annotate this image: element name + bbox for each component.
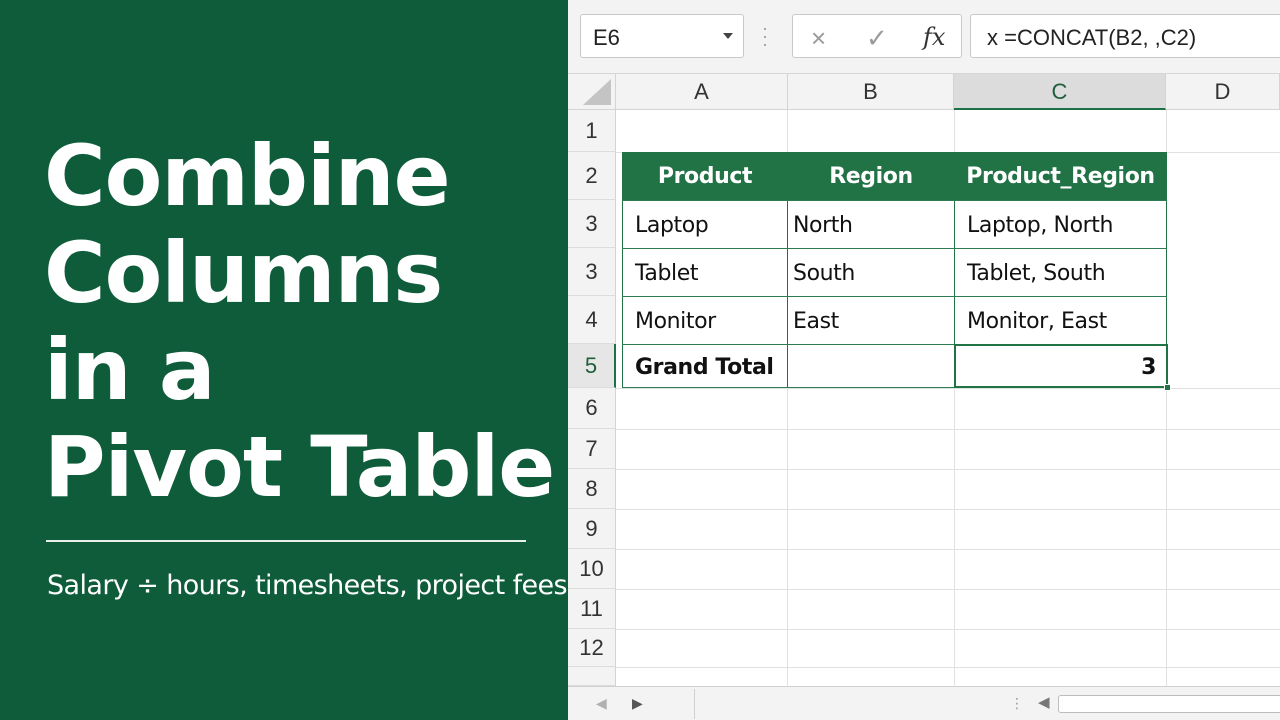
headline-line: Combine [44, 127, 451, 225]
drag-handle-icon[interactable]: · · · [762, 19, 768, 53]
column-header-c[interactable]: C [954, 74, 1166, 110]
row-header[interactable]: 12 [568, 629, 616, 667]
spreadsheet: E6 · · · × ✓ fx x =CONCAT(B2, ,C2) A B C D… [568, 0, 1280, 720]
grid-line [616, 589, 1280, 590]
formula-actions: × ✓ fx [792, 14, 962, 58]
table-header-cell[interactable]: Product [622, 152, 788, 200]
grid-line [616, 469, 1280, 470]
table-header-cell[interactable]: Product_Region [954, 152, 1167, 200]
table-cell[interactable]: Monitor, East [967, 296, 1107, 344]
table-border [622, 152, 623, 388]
column-header-b[interactable]: B [788, 74, 954, 110]
grid-line [616, 509, 1280, 510]
row-header[interactable]: 2 [568, 152, 616, 200]
banner-subtitle: Salary ÷ hours, timesheets, project fees [47, 570, 568, 601]
column-header-a[interactable]: A [616, 74, 788, 110]
drag-handle-icon[interactable]: ⋮ [1010, 695, 1024, 712]
table-header-row: Product Region Product_Region [622, 152, 1167, 200]
name-box-value: E6 [593, 25, 620, 50]
sheet-navigation-bar: ◀ ▶ ⋮ ◀ [568, 686, 1280, 720]
table-cell[interactable]: South [793, 248, 855, 296]
row-header-active[interactable]: 5 [568, 344, 616, 388]
row-header[interactable]: 8 [568, 469, 616, 509]
row-header[interactable]: 3 [568, 248, 616, 296]
previous-sheet-icon[interactable]: ◀ [596, 695, 607, 712]
select-all-icon [583, 79, 611, 105]
horizontal-scrollbar[interactable] [1058, 695, 1280, 713]
row-header[interactable]: 7 [568, 429, 616, 469]
formula-bar: E6 · · · × ✓ fx x =CONCAT(B2, ,C2) [568, 0, 1280, 74]
table-cell[interactable]: Laptop, North [967, 200, 1113, 248]
column-header-d[interactable]: D [1166, 74, 1280, 110]
row-header[interactable]: 6 [568, 388, 616, 429]
table-cell[interactable]: East [793, 296, 839, 344]
grid-line [616, 429, 1280, 430]
headline-line: Columns [44, 224, 443, 322]
fill-handle[interactable] [1164, 384, 1171, 391]
table-header-cell[interactable]: Region [788, 152, 954, 200]
select-all-corner[interactable] [568, 74, 616, 110]
title-banner: Combine Columns in a Pivot Table Salary … [0, 0, 568, 720]
row-header[interactable] [568, 667, 616, 686]
headline-line: in a [44, 321, 216, 419]
headline: Combine Columns in a Pivot Table [44, 128, 564, 516]
table-cell[interactable]: Tablet [635, 248, 699, 296]
table-cell[interactable]: Tablet, South [967, 248, 1106, 296]
cancel-icon[interactable]: × [811, 23, 826, 54]
row-header[interactable]: 3 [568, 200, 616, 248]
formula-input[interactable]: x =CONCAT(B2, ,C2) [970, 14, 1280, 58]
table-cell[interactable]: Monitor [635, 296, 716, 344]
chevron-down-icon[interactable] [723, 33, 733, 39]
row-header[interactable]: 11 [568, 589, 616, 629]
divider [694, 689, 695, 719]
grid-line [616, 549, 1280, 550]
grand-total-label[interactable]: Grand Total [635, 342, 774, 390]
scroll-left-icon[interactable]: ◀ [1038, 693, 1050, 711]
row-header[interactable]: 4 [568, 296, 616, 344]
selected-cell[interactable] [954, 344, 1168, 388]
grid-line [616, 629, 1280, 630]
table-cell[interactable]: Laptop [635, 200, 709, 248]
row-header[interactable]: 10 [568, 549, 616, 589]
table-cell[interactable]: North [793, 200, 853, 248]
insert-function-icon[interactable]: fx [923, 23, 945, 51]
next-sheet-icon[interactable]: ▶ [632, 695, 643, 712]
table-border [787, 152, 788, 388]
row-header[interactable]: 9 [568, 509, 616, 549]
name-box[interactable]: E6 [580, 14, 744, 58]
row-header[interactable]: 1 [568, 110, 616, 152]
grid-line [616, 667, 1280, 668]
headline-line: Pivot Table [44, 418, 555, 516]
checkmark-icon[interactable]: ✓ [866, 23, 888, 54]
banner-divider [46, 540, 526, 542]
